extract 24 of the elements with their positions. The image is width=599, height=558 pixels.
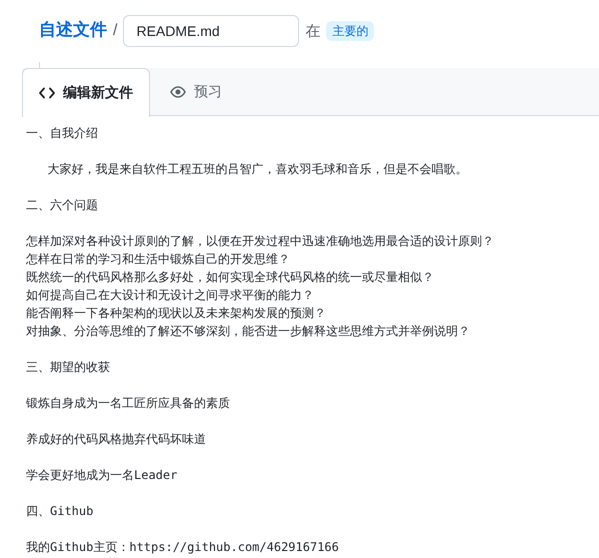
filename-field[interactable]: README.md (123, 15, 300, 47)
editor-tab[interactable]: 预习 (150, 68, 242, 116)
editor-line: 能否阐释一下各种架构的现状以及未来架构发展的预测？ (26, 305, 326, 322)
editor-line: 如何提高自己在大设计和无设计之间寻求平衡的能力？ (26, 287, 314, 304)
editor-line: 怎样在日常的学习和生活中锻炼自己的开发思维？ (26, 251, 290, 268)
branch-badge[interactable]: 主要的 (326, 21, 374, 41)
path-separator: / (113, 21, 118, 41)
code-icon (39, 87, 55, 99)
editor-line: 大家好，我是来自软件工程五班的吕智广，喜欢羽毛球和音乐，但是不会唱歌。 (46, 161, 468, 178)
editor-line: 怎样加深对各种设计原则的了解，以便在开发过程中迅速准确地选用最合适的设计原则？ (26, 233, 494, 250)
editor-line: 我的Github主页：https://github.com/4629167166 (26, 539, 339, 556)
repository-link[interactable]: 自述文件 (39, 18, 107, 44)
editor-line: 对抽象、分治等思维的了解还不够深刻，能否进一步解释这些思维方式并举例说明？ (26, 323, 470, 340)
editor-line: 既然统一的代码风格那么多好处，如何实现全球代码风格的统一或尽量相似？ (26, 269, 434, 286)
editor-tab[interactable]: 编辑新文件 (22, 68, 150, 117)
branch-label: 在 (305, 20, 320, 42)
editor-line: 二、六个问题 (26, 197, 98, 214)
editor-line: 锻炼自身成为一名工匠所应具备的素质 (26, 395, 230, 412)
eye-icon (170, 86, 186, 98)
editor-line: 学会更好地成为一名Leader (26, 467, 178, 484)
editor-line: 三、期望的收获 (26, 359, 110, 376)
editor-line: 四、Github (26, 503, 94, 520)
editor-line: 养成好的代码风格抛弃代码坏味道 (26, 431, 206, 448)
editor-line: 一、自我介绍 (26, 125, 98, 142)
